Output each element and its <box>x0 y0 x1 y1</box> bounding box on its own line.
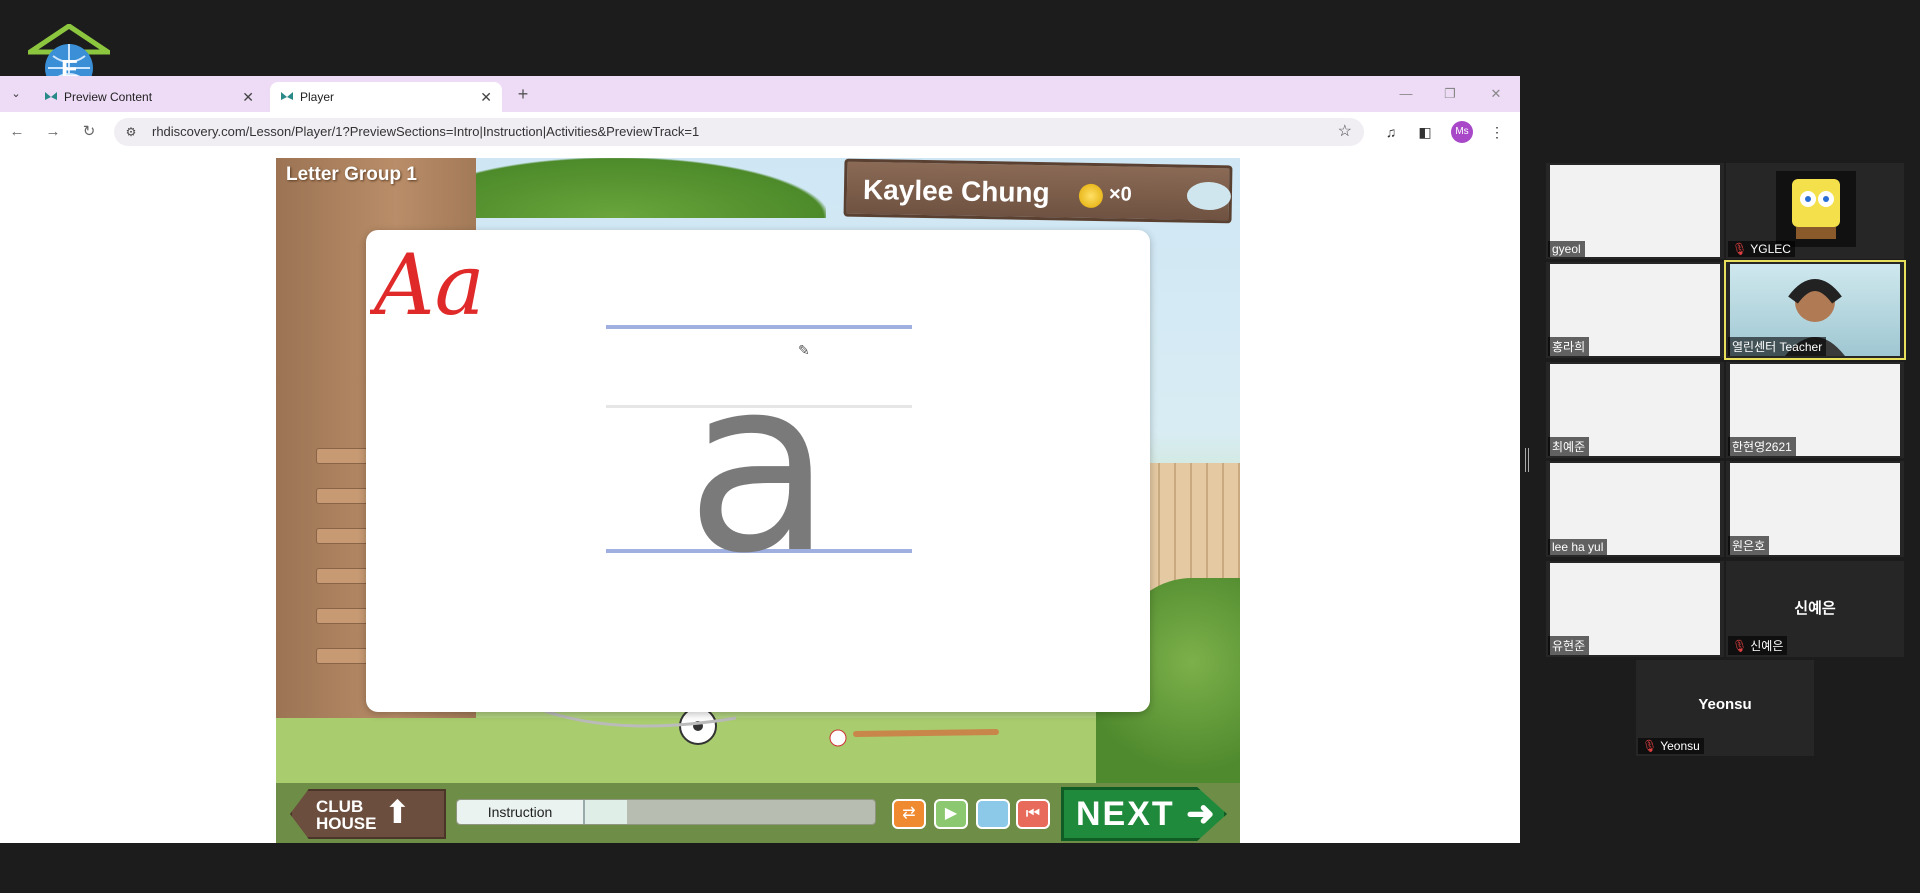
letter-group-title: Letter Group 1 <box>286 164 417 185</box>
participant-tile[interactable]: lee ha yul <box>1546 461 1724 557</box>
browser-toolbar: ← → ↻ ⚙ rhdiscovery.com/Lesson/Player/1?… <box>0 112 1520 152</box>
browser-window: ⌄ Preview Content ✕ Player ✕ + — ❐ ✕ ← →… <box>0 76 1520 843</box>
participant-tile[interactable]: 신예은 🎙 신예은 <box>1726 561 1904 657</box>
forward-icon[interactable]: → <box>42 121 64 143</box>
tab-label: Player <box>300 90 335 104</box>
handwriting-text: Aa <box>370 236 485 326</box>
new-tab-button[interactable]: + <box>512 82 534 106</box>
participant-tile[interactable]: 유현준 <box>1546 561 1724 657</box>
reload-icon[interactable]: ↻ <box>78 121 100 143</box>
participant-name: 홍라희 <box>1548 337 1590 356</box>
close-tab-icon[interactable]: ✕ <box>480 89 492 106</box>
clubhouse-label-line2: HOUSE <box>316 814 377 833</box>
media-control-icon[interactable]: ♫ <box>1380 121 1402 143</box>
player-name: Kaylee Chung <box>862 173 1050 209</box>
restore-icon[interactable]: ❐ <box>1434 82 1466 106</box>
muted-mic-icon: 🎙 <box>1642 739 1658 753</box>
stop-icon[interactable] <box>976 799 1010 829</box>
close-window-icon[interactable]: ✕ <box>1480 82 1512 106</box>
muted-mic-icon: 🎙 <box>1732 639 1748 653</box>
tab-label: Preview Content <box>64 90 153 104</box>
muted-mic-icon: 🎙 <box>1732 242 1748 256</box>
participant-tile[interactable]: Yeonsu 🎙 Yeonsu <box>1636 660 1814 756</box>
shuffle-icon[interactable]: ⇄ <box>892 799 926 829</box>
model-letter: a <box>685 326 832 565</box>
tab-preview-content[interactable]: Preview Content ✕ <box>34 82 264 112</box>
participant-name: lee ha yul <box>1548 539 1608 555</box>
participant-name: 열린센터 Teacher <box>1728 337 1827 356</box>
participant-name: 최예준 <box>1548 437 1590 456</box>
participant-tile[interactable]: 최예준 <box>1546 362 1724 458</box>
participant-name: 유현준 <box>1548 636 1590 655</box>
panel-resize-handle[interactable] <box>1525 448 1529 472</box>
tab-player[interactable]: Player ✕ <box>270 82 502 112</box>
participant-tile-active-speaker[interactable]: 열린센터 Teacher <box>1724 260 1906 360</box>
bookmark-star-icon[interactable]: ☆ <box>1338 121 1352 141</box>
player-control-bar: CLUB HOUSE ⬆ Instruction ⇄ ▶ ⏮ NEXT ➜ <box>276 783 1240 843</box>
next-button[interactable]: NEXT ➜ <box>1061 787 1227 841</box>
handwriting-annotation: Aa <box>370 236 485 326</box>
progress-fill <box>583 800 627 824</box>
participant-name: 🎙 YGLEC <box>1728 241 1795 257</box>
participant-tile[interactable]: 원은호 <box>1726 461 1904 557</box>
profile-avatar[interactable]: Ms <box>1451 121 1473 143</box>
participant-name: 🎙 Yeonsu <box>1638 738 1704 754</box>
side-panel-icon[interactable]: ◧ <box>1414 121 1436 143</box>
tab-search-button[interactable]: ⌄ <box>6 84 26 104</box>
coin-icon <box>1078 183 1104 209</box>
back-icon[interactable]: ← <box>6 121 28 143</box>
participant-name: 한현영2621 <box>1728 437 1796 456</box>
more-menu-icon[interactable]: ⋮ <box>1486 121 1508 143</box>
coin-count: ×0 <box>1108 183 1132 206</box>
cartoon-avatar-image <box>1776 171 1856 247</box>
up-arrow-icon: ⬆ <box>384 794 411 830</box>
close-tab-icon[interactable]: ✕ <box>242 89 254 106</box>
clubhouse-label-line1: CLUB <box>316 797 364 816</box>
play-icon[interactable]: ▶ <box>934 799 968 829</box>
site-info-icon[interactable]: ⚙ <box>122 123 140 141</box>
section-progress-bar: Instruction <box>456 799 876 825</box>
pencil-cursor-icon: ✎ <box>798 342 810 358</box>
participant-name: 🎙 신예은 <box>1728 636 1788 655</box>
participant-tile[interactable]: gyeol <box>1546 163 1724 259</box>
next-label: NEXT <box>1076 795 1175 833</box>
minimize-icon[interactable]: — <box>1390 82 1422 106</box>
butterfly-favicon-icon <box>280 90 294 104</box>
clubhouse-badge-icon[interactable] <box>1186 181 1232 211</box>
clubhouse-button[interactable]: CLUB HOUSE <box>290 789 446 839</box>
progress-section-label: Instruction <box>457 800 583 824</box>
lesson-player: Letter Group 1 Kaylee Chung ×0 Aa a ✎ CL… <box>276 158 1240 843</box>
letter-writing-guide: a <box>606 325 912 565</box>
writing-whiteboard[interactable]: Aa a ✎ <box>366 230 1150 712</box>
url-text[interactable]: rhdiscovery.com/Lesson/Player/1?PreviewS… <box>152 124 699 139</box>
address-bar[interactable]: ⚙ rhdiscovery.com/Lesson/Player/1?Previe… <box>114 118 1364 146</box>
restart-icon[interactable]: ⏮ <box>1016 799 1050 829</box>
participant-video-off-name: 신예은 <box>1794 600 1836 617</box>
participant-tile[interactable]: 홍라희 <box>1546 262 1724 358</box>
participant-name: 원은호 <box>1728 536 1770 555</box>
player-name-sign: Kaylee Chung ×0 <box>843 158 1233 224</box>
participant-name: gyeol <box>1548 241 1585 257</box>
participant-video-off-name: Yeonsu <box>1698 696 1752 713</box>
participant-tile[interactable]: 한현영2621 <box>1726 362 1904 458</box>
tab-strip: ⌄ Preview Content ✕ Player ✕ + — ❐ ✕ <box>0 76 1520 112</box>
butterfly-favicon-icon <box>44 90 58 104</box>
participant-tile[interactable]: 🎙 YGLEC <box>1726 163 1904 259</box>
